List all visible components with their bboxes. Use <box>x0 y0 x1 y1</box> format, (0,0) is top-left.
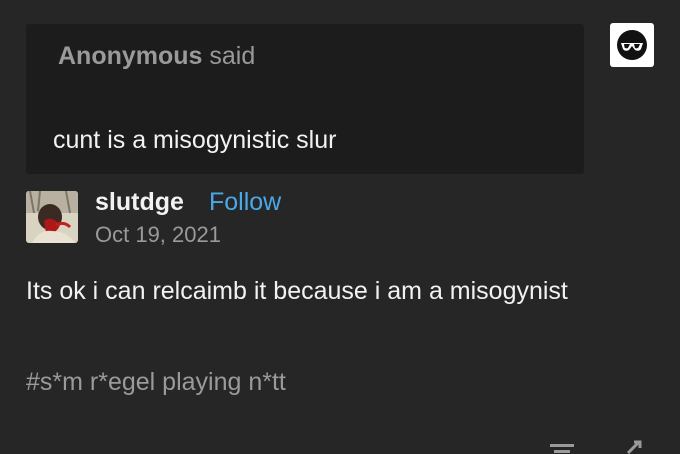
post-date[interactable]: Oct 19, 2021 <box>95 222 221 248</box>
ask-question: cunt is a misogynistic slur <box>53 126 337 154</box>
ask-header: Anonymous said <box>58 42 255 71</box>
user-avatar-image <box>26 191 78 243</box>
post-screenshot: Anonymous said cunt is a misogynistic sl… <box>0 0 680 454</box>
post-tags[interactable]: #s*m r*egel playing n*tt <box>26 368 286 397</box>
notes-icon[interactable] <box>548 440 578 454</box>
avatar[interactable] <box>26 191 78 243</box>
follow-button[interactable]: Follow <box>209 188 281 217</box>
anonymous-avatar[interactable] <box>610 23 654 67</box>
anonymous-sunglasses-icon <box>617 30 647 60</box>
asker-verb: said <box>209 42 256 70</box>
ask-box: Anonymous said cunt is a misogynistic sl… <box>26 24 584 174</box>
username[interactable]: slutdge <box>95 188 184 217</box>
asker-name: Anonymous <box>58 42 203 70</box>
reblog-icon[interactable] <box>620 440 650 454</box>
post-body: Its ok i can relcaimb it because i am a … <box>26 277 568 305</box>
